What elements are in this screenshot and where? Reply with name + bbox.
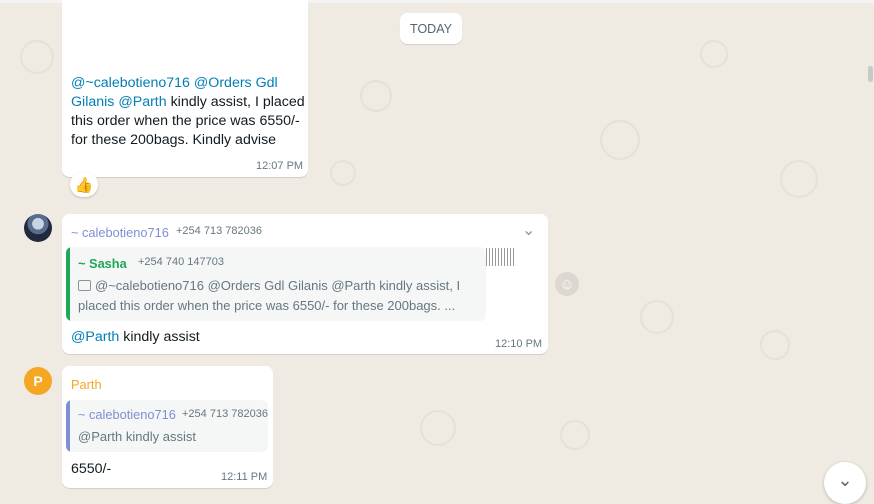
- quote-sender: ~ Sasha: [78, 256, 127, 271]
- quoted-message[interactable]: ~ Sasha +254 740 147703 @~calebotieno716…: [66, 247, 486, 321]
- mention[interactable]: @Parth: [71, 329, 119, 345]
- chevron-down-icon[interactable]: ⌄: [522, 220, 535, 240]
- quoted-message[interactable]: ~ calebotieno716 +254 713 782036 @Parth …: [66, 400, 268, 452]
- avatar[interactable]: P: [24, 367, 52, 395]
- scroll-down-button[interactable]: ⌄: [824, 462, 866, 504]
- quote-line: @~calebotieno716 @Orders Gdl Gilanis @Pa…: [95, 278, 461, 293]
- message-time: 12:07 PM: [256, 160, 304, 172]
- quote-bar: [66, 247, 70, 321]
- avatar[interactable]: [24, 214, 52, 242]
- mention[interactable]: @~calebotieno716: [71, 75, 190, 91]
- reaction-badge[interactable]: 👍: [70, 172, 98, 197]
- message-text: @~calebotieno716 @Orders Gdl Gilanis @Pa…: [71, 74, 307, 150]
- sender-name[interactable]: ~ calebotieno716: [71, 225, 169, 240]
- chevron-down-icon: ⌄: [837, 470, 853, 490]
- message-time: 12:10 PM: [495, 338, 543, 350]
- quote-sender: ~ calebotieno716: [78, 407, 176, 422]
- mention[interactable]: @Parth: [118, 94, 166, 110]
- sender-phone: +254 713 782036: [176, 225, 262, 237]
- thumbs-up-icon: 👍: [74, 176, 94, 194]
- camera-icon: [78, 280, 91, 291]
- quote-phone: +254 740 147703: [138, 256, 224, 268]
- quote-text: @~calebotieno716 @Orders Gdl Gilanis @Pa…: [78, 276, 478, 316]
- message-text: @Parth kindly assist: [71, 328, 200, 347]
- message-text-part: kindly assist, I placed: [166, 94, 305, 110]
- quote-phone: +254 713 782036: [182, 408, 268, 420]
- message-text-part: this order when the price was 6550/-: [71, 113, 300, 129]
- message-time: 12:11 PM: [221, 471, 268, 483]
- message-text: 6550/-: [71, 461, 112, 477]
- scrollbar-thumb[interactable]: [868, 66, 873, 82]
- mention[interactable]: @Orders Gdl: [194, 75, 278, 91]
- message-text-part: for these 200bags. Kindly advise: [71, 132, 277, 148]
- quote-text: @Parth kindly assist: [78, 429, 196, 444]
- mention[interactable]: Gilanis: [71, 94, 114, 110]
- date-divider: TODAY: [400, 13, 462, 44]
- quote-line: placed this order when the price was 655…: [78, 298, 456, 313]
- quote-thumbnail: [486, 248, 516, 266]
- emoji-icon[interactable]: ☺: [555, 272, 579, 296]
- message-text-part: kindly assist: [119, 329, 200, 345]
- quote-bar: [66, 400, 70, 452]
- sender-name[interactable]: Parth: [71, 377, 102, 392]
